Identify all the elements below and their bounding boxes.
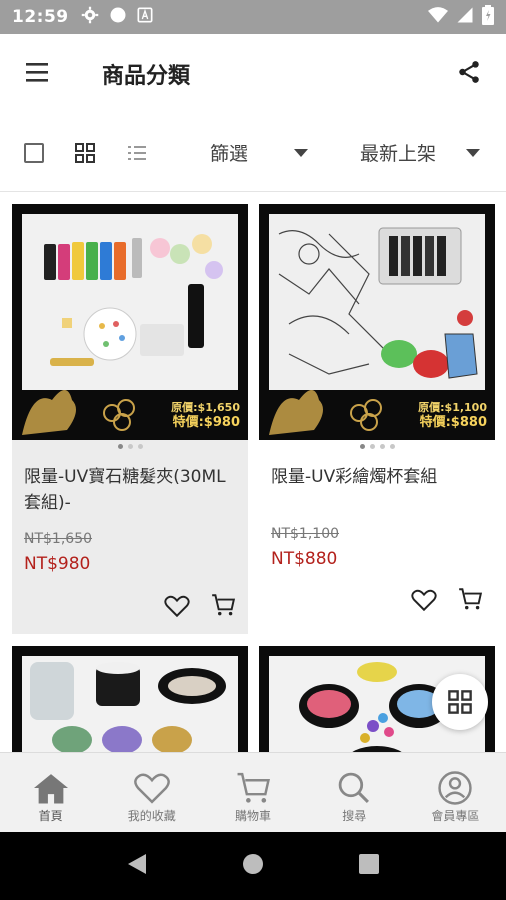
nav-member[interactable]: 會員專區: [405, 753, 506, 832]
circle-status-icon: [109, 6, 127, 28]
nav-home[interactable]: 首頁: [0, 753, 101, 832]
grid-icon: [448, 690, 472, 714]
price-tag-overlay: 原價:$1,650 特價:$980: [171, 400, 240, 430]
nav-label: 我的收藏: [127, 809, 176, 823]
favorite-heart-icon[interactable]: [411, 588, 437, 616]
home-button-icon[interactable]: [241, 852, 265, 880]
favorite-heart-icon[interactable]: [164, 594, 190, 622]
settings-gear-icon: [81, 6, 99, 28]
sale-price: NT$880: [271, 549, 338, 569]
system-navigation-bar: [0, 832, 506, 900]
bunny-logo-icon: [269, 390, 323, 435]
product-image[interactable]: 原價:$1,100 特價:$880: [259, 204, 495, 440]
add-to-cart-icon[interactable]: [210, 592, 236, 622]
bottom-navigation: 首頁 我的收藏 購物車 搜尋 會員專區: [0, 752, 506, 832]
search-icon: [338, 772, 370, 804]
product-photo: [22, 656, 238, 752]
list-view-icon[interactable]: [126, 142, 148, 168]
tag-original-price: 原價:$1,100: [418, 401, 487, 414]
tag-original-price: 原價:$1,650: [171, 401, 240, 414]
bunny-logo-icon: [22, 390, 76, 435]
add-to-cart-icon[interactable]: [457, 586, 483, 616]
product-name[interactable]: 限量-UV寶石糖髮夾(30ML套組)-: [24, 464, 240, 516]
clock: 12:59: [12, 7, 69, 27]
grid-view-icon[interactable]: [74, 142, 96, 168]
sort-dropdown[interactable]: 最新上架: [360, 139, 481, 166]
grid-menu-fab[interactable]: [432, 674, 488, 730]
battery-icon: [482, 5, 494, 29]
app-bar: 商品分類: [0, 34, 506, 114]
image-pagination-dots: [12, 444, 248, 449]
sort-label: 最新上架: [360, 143, 437, 165]
share-icon[interactable]: [456, 59, 482, 89]
original-price: NT$1,650: [24, 531, 93, 547]
nav-label: 購物車: [235, 809, 272, 823]
flower-ornament-icon: [103, 399, 135, 431]
user-icon: [438, 771, 473, 805]
price-tag-overlay: 原價:$1,100 特價:$880: [418, 400, 487, 430]
product-name[interactable]: 限量-UV彩繪燭杯套組: [271, 464, 487, 490]
flower-ornament-icon: [350, 399, 382, 431]
product-card[interactable]: 原價:$1,650 特價:$980 限量-UV寶石糖髮夾(30ML套組)- NT…: [12, 204, 248, 634]
product-photo: [22, 214, 238, 390]
nav-cart[interactable]: 購物車: [202, 753, 303, 832]
product-card[interactable]: [12, 646, 248, 752]
status-bar: 12:59: [0, 0, 506, 34]
nav-label: 首頁: [38, 809, 63, 823]
tag-deal-price: 特價:$880: [419, 415, 487, 430]
chevron-down-icon: [294, 148, 309, 157]
signal-icon: [456, 6, 474, 28]
image-pagination-dots: [259, 444, 495, 449]
nav-search[interactable]: 搜尋: [304, 753, 405, 832]
sale-price: NT$980: [24, 554, 91, 574]
filter-bar: 篩選 最新上架: [0, 114, 506, 192]
nav-favorites[interactable]: 我的收藏: [101, 753, 202, 832]
product-image[interactable]: 原價:$1,650 特價:$980: [12, 204, 248, 440]
recents-icon[interactable]: [358, 853, 380, 879]
a-badge-icon: [137, 7, 153, 27]
cart-icon: [237, 772, 270, 803]
original-price: NT$1,100: [271, 526, 340, 542]
nav-label: 會員專區: [431, 809, 480, 823]
filter-dropdown[interactable]: 篩選: [210, 139, 309, 166]
page-title: 商品分類: [102, 64, 191, 89]
product-card[interactable]: 原價:$1,100 特價:$880 限量-UV彩繪燭杯套組 NT$1,100 N…: [259, 204, 495, 634]
tag-deal-price: 特價:$980: [172, 415, 240, 430]
filter-label: 篩選: [210, 143, 249, 165]
product-image[interactable]: [12, 646, 248, 752]
product-photo: [269, 214, 485, 390]
chevron-down-icon: [466, 148, 481, 157]
back-icon[interactable]: [126, 852, 148, 880]
heart-icon: [133, 773, 170, 804]
menu-icon[interactable]: [24, 61, 50, 87]
select-all-checkbox[interactable]: [24, 143, 44, 163]
nav-label: 搜尋: [342, 809, 367, 823]
wifi-icon: [428, 6, 448, 28]
home-icon: [33, 774, 68, 804]
